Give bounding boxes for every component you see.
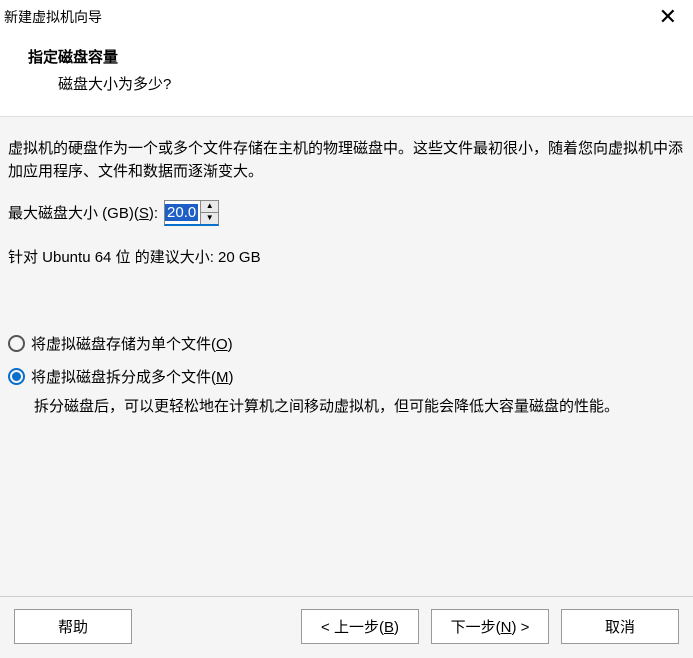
page-title: 指定磁盘容量	[28, 46, 673, 67]
disk-size-spinner[interactable]: 20.0 ▲ ▼	[164, 200, 219, 226]
wizard-footer: 帮助 < 上一步(B) 下一步(N) > 取消	[0, 596, 693, 658]
window-title: 新建虚拟机向导	[4, 7, 102, 27]
page-subtitle: 磁盘大小为多少?	[58, 73, 673, 94]
disk-store-options: 将虚拟磁盘存储为单个文件(O) 将虚拟磁盘拆分成多个文件(M) 拆分磁盘后，可以…	[8, 333, 683, 418]
disk-size-input[interactable]: 20.0	[165, 201, 200, 224]
wizard-header: 指定磁盘容量 磁盘大小为多少?	[0, 36, 693, 117]
wizard-content: 虚拟机的硬盘作为一个或多个文件存储在主机的物理磁盘中。这些文件最初很小，随着您向…	[0, 117, 693, 596]
spinner-down-icon[interactable]: ▼	[201, 213, 218, 224]
radio-icon	[8, 335, 25, 352]
disk-size-row: 最大磁盘大小 (GB)(S): 20.0 ▲ ▼	[8, 200, 683, 226]
radio-single-file-label: 将虚拟磁盘存储为单个文件(O)	[31, 333, 233, 354]
spinner-up-icon[interactable]: ▲	[201, 201, 218, 213]
back-button[interactable]: < 上一步(B)	[301, 609, 419, 644]
radio-split-files-help: 拆分磁盘后，可以更轻松地在计算机之间移动虚拟机，但可能会降低大容量磁盘的性能。	[34, 395, 683, 418]
radio-icon	[8, 368, 25, 385]
recommended-size-text: 针对 Ubuntu 64 位 的建议大小: 20 GB	[8, 246, 683, 267]
titlebar: 新建虚拟机向导 ✕	[0, 0, 693, 36]
radio-split-files-label: 将虚拟磁盘拆分成多个文件(M)	[31, 366, 234, 387]
radio-single-file[interactable]: 将虚拟磁盘存储为单个文件(O)	[8, 333, 683, 354]
spinner-buttons: ▲ ▼	[200, 201, 218, 224]
disk-size-label: 最大磁盘大小 (GB)(S):	[8, 202, 158, 223]
next-button[interactable]: 下一步(N) >	[431, 609, 549, 644]
help-button[interactable]: 帮助	[14, 609, 132, 644]
close-icon[interactable]: ✕	[653, 4, 683, 30]
cancel-button[interactable]: 取消	[561, 609, 679, 644]
radio-split-files[interactable]: 将虚拟磁盘拆分成多个文件(M)	[8, 366, 683, 387]
description-text: 虚拟机的硬盘作为一个或多个文件存储在主机的物理磁盘中。这些文件最初很小，随着您向…	[8, 137, 683, 184]
